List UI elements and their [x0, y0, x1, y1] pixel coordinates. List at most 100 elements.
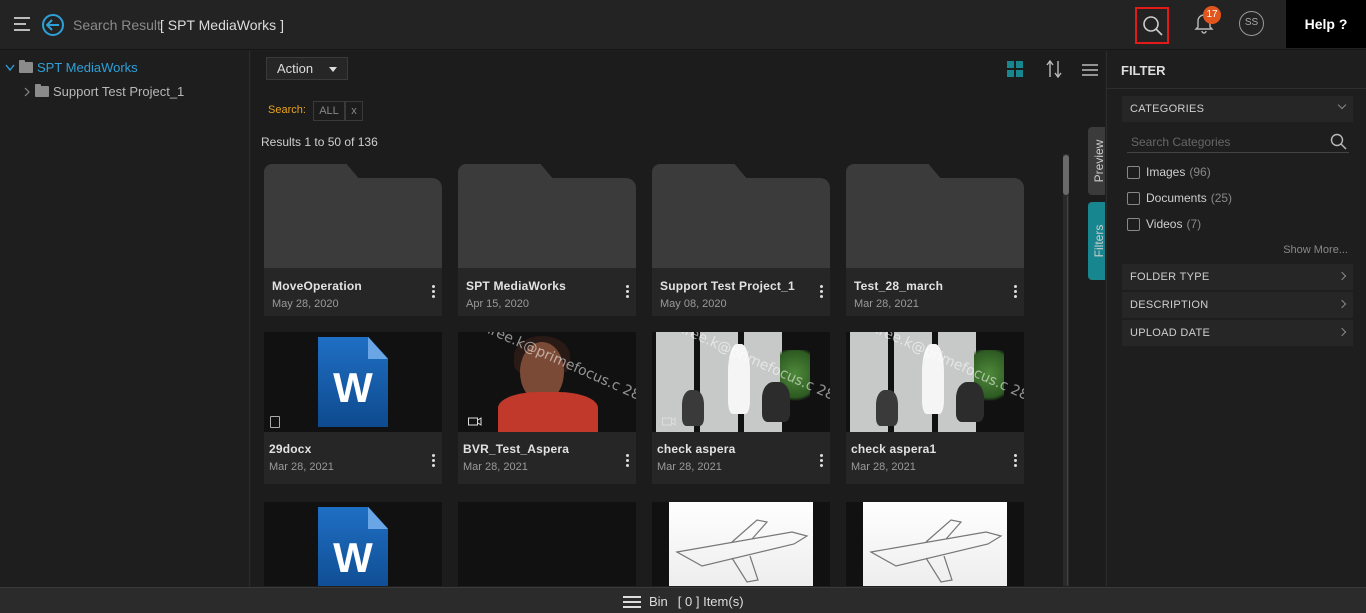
tree-item-label: SPT MediaWorks — [37, 60, 138, 75]
asset-thumbnail — [846, 502, 1024, 586]
card-date: Mar 28, 2021 — [657, 461, 722, 473]
card-title: Support Test Project_1 — [660, 279, 795, 293]
caret-down-icon — [329, 67, 337, 72]
results-count: Results 1 to 50 of 136 — [261, 135, 378, 149]
tab-filters-label: Filters — [1092, 224, 1106, 258]
show-more-link[interactable]: Show More... — [1283, 244, 1348, 256]
description-header[interactable]: DESCRIPTION — [1122, 292, 1353, 318]
filter-panel: FILTER CATEGORIES Search Categories Imag… — [1106, 51, 1366, 586]
top-bar: Search Result [ SPT MediaWorks ] 17 SS H… — [0, 0, 1366, 50]
card-date: Apr 15, 2020 — [466, 298, 529, 310]
asset-thumbnail: W — [264, 332, 442, 432]
asset-card[interactable]: W — [264, 502, 442, 586]
asset-thumbnail — [652, 502, 830, 586]
tree-item-spt-mediaworks[interactable]: SPT MediaWorks — [5, 60, 138, 75]
grid-view-icon[interactable] — [1007, 61, 1024, 83]
card-date: Mar 28, 2021 — [463, 461, 528, 473]
asset-thumbnail: ipashree.k@primefocus.c 28/03/2021 15:38… — [846, 332, 1024, 432]
card-title: 29docx — [269, 442, 312, 456]
chevron-right-icon — [1337, 271, 1347, 281]
more-options-icon[interactable] — [817, 454, 825, 470]
tree-item-label: Support Test Project_1 — [53, 84, 185, 99]
scrollbar-thumb[interactable] — [1063, 155, 1069, 195]
menu-icon[interactable] — [14, 17, 30, 31]
category-checkbox-videos[interactable]: Videos (7) — [1127, 217, 1201, 231]
card-title: SPT MediaWorks — [466, 279, 566, 293]
folder-type-header[interactable]: FOLDER TYPE — [1122, 264, 1353, 290]
card-date: Mar 28, 2021 — [854, 298, 919, 310]
asset-card[interactable]: ipashree.k@primefocus.c 28/03/2021 15:38… — [846, 332, 1024, 484]
asset-thumbnail: ipashree.k@primefocus.c 28/03/2021 15:38… — [652, 332, 830, 432]
card-date: Mar 28, 2021 — [851, 461, 916, 473]
asset-thumbnail — [458, 502, 636, 586]
bin-count: [ 0 ] Item(s) — [677, 594, 744, 609]
main-content: Action Search: ALL x Results 1 to 50 of … — [251, 51, 1106, 586]
more-options-icon[interactable] — [623, 454, 631, 470]
chevron-right-icon — [24, 87, 30, 96]
folder-icon — [19, 60, 33, 73]
list-view-icon[interactable] — [1082, 63, 1098, 81]
category-checkbox-images[interactable]: Images (96) — [1127, 165, 1211, 179]
category-checkbox-documents[interactable]: Documents (25) — [1127, 191, 1232, 205]
upload-date-header[interactable]: UPLOAD DATE — [1122, 320, 1353, 346]
breadcrumb-project[interactable]: [ SPT MediaWorks ] — [160, 17, 284, 33]
card-date: May 28, 2020 — [272, 298, 339, 310]
video-type-icon — [662, 417, 676, 426]
asset-card[interactable]: ipashree.k@primefocus.c 28/03/2021 15:38… — [458, 332, 636, 484]
app-root: Search Result [ SPT MediaWorks ] 17 SS H… — [0, 0, 1366, 613]
card-title: MoveOperation — [272, 279, 362, 293]
action-dropdown[interactable]: Action — [266, 57, 348, 80]
folder-card[interactable]: SPT MediaWorks Apr 15, 2020 — [458, 164, 636, 316]
folder-card[interactable]: MoveOperation May 28, 2020 — [264, 164, 442, 316]
search-label: Search: — [268, 104, 306, 116]
bin-toggle[interactable]: Bin [ 0 ] Item(s) — [623, 594, 744, 609]
folder-icon — [35, 84, 49, 97]
more-options-icon[interactable] — [817, 285, 825, 301]
card-title: check aspera — [657, 442, 736, 456]
folder-card[interactable]: Support Test Project_1 May 08, 2020 — [652, 164, 830, 316]
asset-card[interactable]: W 29docx Mar 28, 2021 — [264, 332, 442, 484]
card-title: check aspera1 — [851, 442, 937, 456]
folder-tree: SPT MediaWorks Support Test Project_1 — [0, 51, 250, 586]
user-avatar[interactable]: SS — [1239, 11, 1264, 36]
breadcrumb-search-result: Search Result — [73, 17, 161, 33]
search-icon — [1143, 16, 1163, 36]
sort-icon[interactable] — [1046, 59, 1062, 83]
asset-thumbnail: ipashree.k@primefocus.c 28/03/2021 15:38… — [458, 332, 636, 432]
categories-header[interactable]: CATEGORIES — [1122, 96, 1353, 122]
help-button[interactable]: Help ? — [1286, 0, 1366, 48]
asset-card[interactable] — [458, 502, 636, 586]
more-options-icon[interactable] — [1011, 454, 1019, 470]
asset-thumbnail: W — [264, 502, 442, 586]
chevron-down-icon — [1337, 100, 1347, 110]
search-categories-input[interactable]: Search Categories — [1127, 131, 1349, 153]
more-options-icon[interactable] — [429, 285, 437, 301]
folder-card[interactable]: Test_28_march Mar 28, 2021 — [846, 164, 1024, 316]
video-type-icon — [468, 417, 482, 426]
card-date: May 08, 2020 — [660, 298, 727, 310]
airplane-drawing-icon — [869, 519, 1003, 583]
airplane-drawing-icon — [675, 519, 809, 583]
asset-card[interactable] — [652, 502, 830, 586]
tab-filters[interactable]: Filters — [1088, 202, 1106, 280]
search-button[interactable] — [1135, 7, 1169, 44]
tab-preview[interactable]: Preview — [1088, 127, 1106, 195]
card-date: Mar 28, 2021 — [269, 461, 334, 473]
chevron-right-icon — [1337, 299, 1347, 309]
back-arrow-icon[interactable] — [42, 14, 64, 36]
more-options-icon[interactable] — [1011, 285, 1019, 301]
search-chip-all[interactable]: ALL — [313, 101, 345, 121]
asset-card[interactable]: ipashree.k@primefocus.c 28/03/2021 15:38… — [652, 332, 830, 484]
bottom-bar: Bin [ 0 ] Item(s) — [0, 587, 1366, 613]
action-label: Action — [277, 61, 314, 76]
more-options-icon[interactable] — [429, 454, 437, 470]
chevron-down-icon — [5, 64, 15, 71]
chevron-right-icon — [1337, 327, 1347, 337]
more-options-icon[interactable] — [623, 285, 631, 301]
filter-title: FILTER — [1121, 63, 1166, 78]
tab-preview-label: Preview — [1092, 139, 1106, 183]
scrollbar-track[interactable] — [1063, 154, 1069, 586]
asset-card[interactable] — [846, 502, 1024, 586]
search-chip-remove[interactable]: x — [345, 101, 363, 121]
tree-item-support-test-project[interactable]: Support Test Project_1 — [23, 84, 184, 99]
